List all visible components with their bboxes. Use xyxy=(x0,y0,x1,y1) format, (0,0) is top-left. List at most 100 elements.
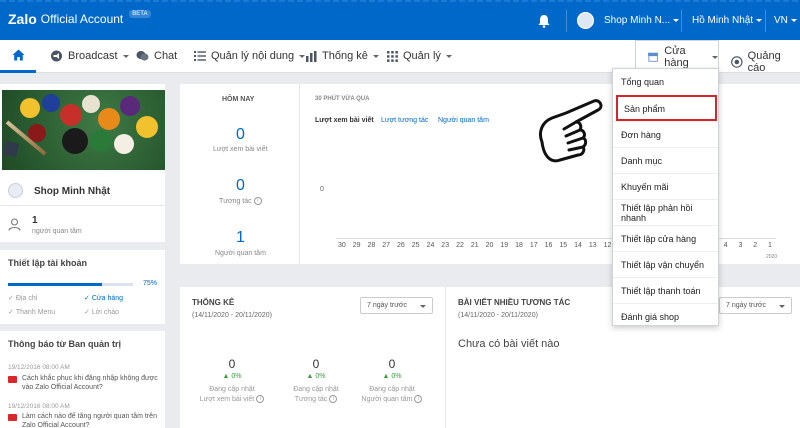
flag-icon xyxy=(8,414,17,421)
check-icon: ✓ xyxy=(8,309,14,316)
user-menu[interactable]: Hồ Minh Nhật xyxy=(692,15,763,26)
check-icon: ✓ xyxy=(8,295,14,302)
nav-statistics[interactable]: Thống kê xyxy=(306,50,379,62)
shop-account-switcher[interactable]: Shop Minh N... xyxy=(604,15,680,26)
beta-badge: BETA xyxy=(129,10,151,18)
language-label: VN xyxy=(774,15,788,26)
nav-broadcast[interactable]: Broadcast xyxy=(50,50,129,62)
period-select[interactable]: 7 ngày trước xyxy=(360,297,433,314)
top-bar: Zalo Official Account BETA Shop Minh N..… xyxy=(0,0,800,40)
period-stats-range: (14/11/2020 - 20/11/2020) xyxy=(192,312,272,319)
x-tick-label: 28 xyxy=(367,242,376,249)
today-views-label: Lượt xem bài viết xyxy=(213,146,268,153)
logo-brand: Zalo xyxy=(8,11,37,27)
notice-link[interactable]: Cách khắc phục khi đăng nhập không được … xyxy=(22,374,160,392)
divider xyxy=(566,10,567,32)
setup-item-store[interactable]: ✓ Cửa hàng xyxy=(84,294,123,302)
chart-tab-interactions[interactable]: Lượt tương tác xyxy=(381,117,428,124)
period-stats-title: THỐNG KÊ xyxy=(192,298,235,307)
divider xyxy=(0,205,165,206)
chevron-down-icon xyxy=(756,18,763,22)
period-stat-followers: 0 ▲ 0% Đang cập nhật Người quan tâm i xyxy=(352,357,432,403)
notice-link[interactable]: Làm cách nào để tăng người quan tâm trên… xyxy=(22,412,160,428)
flag-icon xyxy=(8,376,17,383)
menu-item-shop-reviews[interactable]: Đánh giá shop xyxy=(613,303,718,329)
today-interactions-text: Tương tác xyxy=(219,197,252,205)
nav-content-management[interactable]: Quản lý nội dung xyxy=(194,50,306,62)
menu-item-overview[interactable]: Tổng quan xyxy=(613,69,718,95)
period-stat-views: 0 ▲ 0% Đang cập nhật Lượt xem bài viết i xyxy=(192,357,272,403)
zalo-oa-logo[interactable]: Zalo Official Account BETA xyxy=(8,10,151,27)
x-tick-label: 21 xyxy=(470,242,479,249)
nav-content-label: Quản lý nội dung xyxy=(211,50,295,62)
today-interactions-value: 0 xyxy=(236,177,245,194)
ads-icon xyxy=(731,56,743,68)
bell-icon[interactable] xyxy=(537,14,551,28)
menu-item-store-settings[interactable]: Thiết lập cửa hàng xyxy=(613,225,718,251)
x-tick-label: 30 xyxy=(338,242,346,249)
account-setup-title: Thiết lập tài khoản xyxy=(8,258,88,268)
setup-item-greeting[interactable]: ✓ Lời chào xyxy=(84,308,119,316)
setup-item-menu[interactable]: ✓ Thanh Menu xyxy=(8,308,55,316)
menu-item-quick-replies[interactable]: Thiết lập phản hồi nhanh xyxy=(613,199,718,225)
setup-item-label: Cửa hàng xyxy=(91,295,124,302)
shop-avatar[interactable] xyxy=(577,12,594,29)
x-tick-label: 24 xyxy=(426,242,435,249)
notice-date: 19/12/2016 08:00 AM xyxy=(8,403,70,410)
list-icon xyxy=(194,51,206,61)
setup-item-address[interactable]: ✓ Địa chỉ xyxy=(8,294,37,302)
nav-broadcast-label: Broadcast xyxy=(68,50,118,62)
menu-item-products[interactable]: Sản phẩm xyxy=(616,95,717,121)
pointing-hand-icon xyxy=(538,99,603,163)
period-interactions-label: Tương tác i xyxy=(276,395,356,403)
info-icon[interactable]: i xyxy=(414,395,423,403)
nav-manage[interactable]: Quản lý xyxy=(387,50,452,62)
top-posts-range: (14/11/2020 - 20/11/2020) xyxy=(458,312,538,319)
nav-ads[interactable]: Quảng cáo xyxy=(731,50,800,74)
x-tick-label: 29 xyxy=(352,242,361,249)
shop-account-name: Shop Minh N... xyxy=(604,15,671,26)
chart-tab-followers[interactable]: Người quan tâm xyxy=(438,117,489,124)
period-views-label-text: Lượt xem bài viết xyxy=(199,395,255,403)
menu-item-shipping-settings[interactable]: Thiết lập vận chuyển xyxy=(613,251,718,277)
nav-ads-label: Quảng cáo xyxy=(747,50,781,74)
today-title: HÔM NAY xyxy=(222,96,255,103)
x-tick-label: 13 xyxy=(588,242,597,249)
top-posts-select-value: 7 ngày trước xyxy=(726,302,767,309)
period-followers-value: 0 xyxy=(388,357,396,371)
chart-title: 30 PHÚT VỪA QUA xyxy=(315,96,370,102)
info-icon[interactable]: i xyxy=(253,197,262,205)
check-icon: ✓ xyxy=(84,295,90,302)
home-tab[interactable] xyxy=(0,40,36,73)
x-tick-label: 19 xyxy=(500,242,509,249)
divider xyxy=(681,10,682,32)
menu-item-categories[interactable]: Danh mục xyxy=(613,147,718,173)
shop-name: Shop Minh Nhật xyxy=(34,186,111,197)
x-tick-label: 22 xyxy=(456,242,464,249)
period-views-delta: ▲ 0% xyxy=(222,373,242,380)
chat-bubbles-icon xyxy=(136,51,149,61)
nav-chat[interactable]: Chat xyxy=(136,50,177,62)
menu-item-payment-settings[interactable]: Thiết lập thanh toán xyxy=(613,277,718,303)
chevron-down-icon xyxy=(445,54,452,58)
language-switcher[interactable]: VN xyxy=(774,15,797,26)
info-icon[interactable]: i xyxy=(329,395,338,403)
period-views-status: Đang cập nhật xyxy=(209,386,255,393)
chart-tab-views[interactable]: Lượt xem bài viết xyxy=(315,117,374,124)
setup-item-label: Địa chỉ xyxy=(15,295,38,302)
bar-chart-icon xyxy=(306,50,317,62)
menu-item-orders[interactable]: Đơn hàng xyxy=(613,121,718,147)
today-followers-label: Người quan tâm xyxy=(215,250,266,257)
chevron-down-icon xyxy=(779,305,785,308)
info-icon[interactable]: i xyxy=(256,395,265,403)
period-followers-delta: ▲ 0% xyxy=(382,373,402,380)
menu-item-promotions[interactable]: Khuyến mãi xyxy=(613,173,718,199)
nav-statistics-label: Thống kê xyxy=(322,50,368,62)
shop-logo xyxy=(8,183,23,198)
notice-date: 19/12/2016 08:00 AM xyxy=(8,364,70,371)
user-icon xyxy=(8,218,21,231)
setup-progress-percent: 75% xyxy=(143,280,158,287)
x-tick-label: 12 xyxy=(603,242,612,249)
period-interactions-status: Đang cập nhật xyxy=(293,386,339,393)
top-posts-select[interactable]: 7 ngày trước xyxy=(719,297,792,314)
